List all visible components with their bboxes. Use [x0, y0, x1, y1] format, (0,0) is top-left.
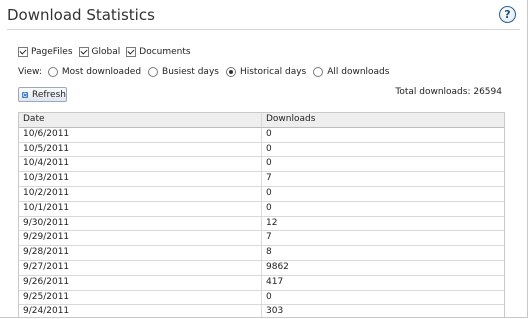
- table-row[interactable]: 9/26/2011 417: [19, 275, 504, 291]
- column-header-date[interactable]: Date: [19, 113, 262, 127]
- downloads-cell: 0: [266, 128, 272, 139]
- date-cell: 10/2/2011: [19, 186, 262, 201]
- title-divider: [7, 29, 520, 30]
- download-statistics-panel: Download Statistics ? PageFiles Global D…: [0, 0, 528, 318]
- date-cell: 10/5/2011: [19, 142, 262, 157]
- help-icon[interactable]: ?: [499, 6, 516, 23]
- date-cell: 10/3/2011: [19, 172, 262, 186]
- pagefiles-checkbox[interactable]: [18, 47, 28, 57]
- all-downloads-radio[interactable]: [313, 67, 324, 77]
- most-downloaded-radio[interactable]: [47, 67, 58, 77]
- documents-checkbox[interactable]: [126, 47, 137, 57]
- downloads-cell: 7: [266, 232, 272, 243]
- filter-global[interactable]: Global: [78, 47, 121, 57]
- pagefiles-label: PageFiles: [31, 47, 73, 57]
- page-title: Download Statistics: [7, 6, 155, 24]
- view-most-downloaded[interactable]: Most downloaded: [47, 67, 142, 77]
- table-body: 10/6/2011 0 10/5/2011 0 10/4/2011 0 10/3/2011 7…: [19, 127, 504, 317]
- table-row[interactable]: 9/30/2011 12: [19, 216, 504, 232]
- table-row[interactable]: 10/6/2011 0: [19, 127, 504, 143]
- date-cell: 10/4/2011: [19, 157, 262, 172]
- table-row[interactable]: 9/28/2011 8: [19, 246, 504, 261]
- downloads-cell: 417: [266, 276, 284, 287]
- date-cell: 10/1/2011: [19, 201, 262, 216]
- downloads-cell: 0: [266, 143, 272, 154]
- historical-days-radio[interactable]: [225, 67, 236, 77]
- global-label: Global: [91, 47, 121, 57]
- downloads-cell: 0: [266, 202, 272, 213]
- filter-pagefiles[interactable]: PageFiles: [18, 47, 73, 57]
- historical-days-label: Historical days: [239, 67, 307, 77]
- table-row[interactable]: 9/27/2011 9862: [19, 260, 504, 276]
- source-filters: PageFiles Global Documents: [18, 47, 197, 57]
- downloads-cell: 8: [266, 247, 272, 258]
- date-cell: 9/28/2011: [19, 246, 262, 260]
- downloads-cell: 0: [266, 291, 272, 302]
- downloads-cell: 0: [266, 187, 272, 198]
- table-row[interactable]: 10/5/2011 0: [19, 142, 504, 158]
- date-cell: 9/25/2011: [19, 290, 262, 305]
- filter-documents[interactable]: Documents: [126, 47, 191, 57]
- global-checkbox[interactable]: [78, 47, 89, 57]
- busiest-days-label: Busiest days: [162, 67, 219, 77]
- downloads-cell: 9862: [266, 261, 289, 272]
- date-cell: 10/6/2011: [19, 127, 262, 142]
- table-row[interactable]: 10/3/2011 7: [19, 172, 504, 187]
- date-cell: 9/29/2011: [19, 231, 262, 246]
- downloads-cell: 303: [266, 306, 284, 317]
- table-row[interactable]: 9/24/2011 303: [19, 305, 504, 317]
- most-downloaded-label: Most downloaded: [61, 67, 142, 77]
- view-all-downloads[interactable]: All downloads: [313, 67, 389, 77]
- view-selector: View: Most downloaded Busiest days Histo…: [18, 67, 396, 77]
- table-row[interactable]: 9/25/2011 0: [19, 290, 504, 306]
- all-downloads-label: All downloads: [327, 67, 390, 77]
- table-row[interactable]: 10/1/2011 0: [19, 201, 504, 217]
- refresh-button[interactable]: Refresh: [18, 87, 67, 102]
- view-historical-days[interactable]: Historical days: [225, 67, 307, 77]
- column-header-downloads[interactable]: Downloads: [262, 113, 504, 127]
- refresh-icon: [22, 91, 28, 98]
- table-header-row: Date Downloads: [19, 113, 504, 128]
- table-row[interactable]: 9/29/2011 7: [19, 231, 504, 247]
- view-label: View:: [18, 67, 42, 77]
- date-cell: 9/26/2011: [19, 275, 262, 290]
- documents-label: Documents: [139, 47, 191, 57]
- total-downloads: Total downloads: 26594: [395, 87, 502, 97]
- date-cell: 9/30/2011: [19, 216, 262, 231]
- downloads-cell: 12: [266, 217, 278, 228]
- downloads-table: Date Downloads 10/6/2011 0 10/5/2011 0 10/4/…: [18, 112, 505, 317]
- date-cell: 9/27/2011: [19, 260, 262, 275]
- busiest-days-radio[interactable]: [148, 67, 159, 77]
- downloads-cell: 7: [266, 173, 272, 184]
- table-row[interactable]: 10/4/2011 0: [19, 157, 504, 173]
- refresh-label: Refresh: [32, 89, 66, 100]
- date-cell: 9/24/2011: [19, 305, 262, 317]
- downloads-cell: 0: [266, 158, 272, 169]
- view-busiest-days[interactable]: Busiest days: [148, 67, 219, 77]
- table-row[interactable]: 10/2/2011 0: [19, 186, 504, 202]
